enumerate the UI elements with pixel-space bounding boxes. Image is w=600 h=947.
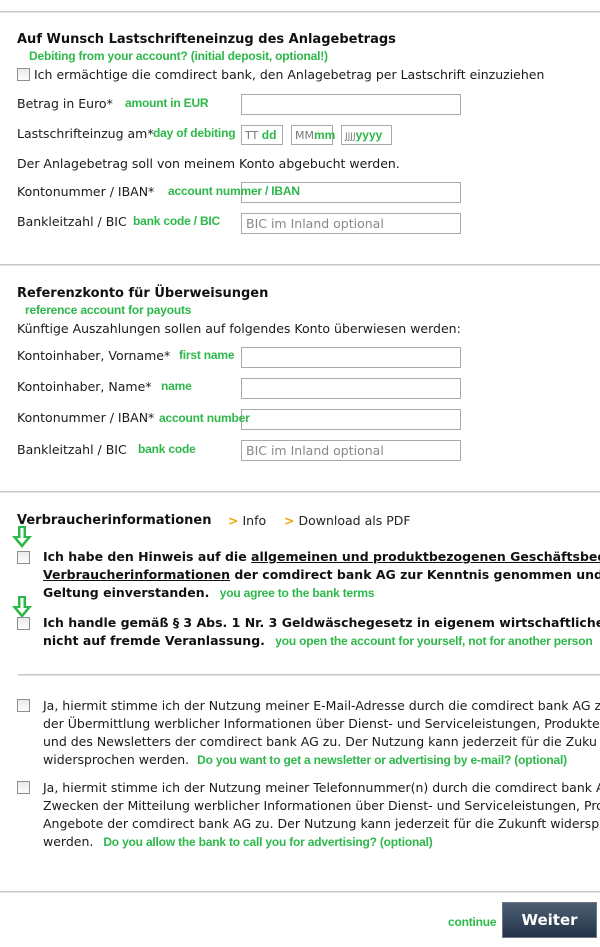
terms-line3: Geltung einverstanden. [43, 585, 210, 600]
divider-footer [0, 891, 600, 893]
reference-bic-note: bank code [138, 442, 196, 456]
download-pdf-link-label: Download als PDF [298, 513, 411, 528]
month-note: mm [313, 128, 336, 142]
amount-label: Betrag in Euro* [17, 96, 113, 111]
phone-consent-line: Zwecken der Mitteilung werblicher Inform… [43, 798, 600, 813]
email-consent-line: widersprochen werden. [43, 752, 190, 767]
terms-text: Ich habe den Hinweis auf die allgemeinen… [43, 548, 600, 602]
year-note: yyyy [355, 128, 383, 142]
divider-after-consumer [18, 674, 600, 676]
phone-consent-line: werden. [43, 834, 94, 849]
debit-year-input[interactable]: JJJJyyyy [341, 125, 392, 145]
terms-conditions-link[interactable]: allgemeinen und produktbezogenen Geschäf… [251, 549, 600, 564]
phone-consent-line: Angebote der comdirect bank AG zu. Der N… [43, 816, 600, 831]
email-consent-line: und des Newsletters der comdirect bank A… [43, 734, 597, 749]
green-down-arrow-icon [12, 596, 32, 618]
debit-month-input[interactable]: MMmm [291, 125, 336, 145]
consumer-section-title: Verbraucherinformationen [17, 513, 212, 528]
reference-iban-label: Kontonummer / IBAN* [17, 410, 155, 425]
last-name-note: name [161, 379, 192, 393]
aml-checkbox[interactable] [17, 617, 30, 630]
info-link[interactable]: > Info [228, 513, 266, 528]
reference-section-note: reference account for payouts [25, 303, 192, 317]
divider-after-reference [0, 491, 600, 493]
first-name-input[interactable] [241, 347, 461, 368]
authorize-debit-label: Ich ermächtige die comdirect bank, den A… [34, 67, 545, 82]
reference-info-text: Künftige Auszahlungen sollen auf folgend… [17, 321, 461, 336]
reference-section-title: Referenzkonto für Überweisungen [17, 286, 269, 301]
reference-bic-input[interactable] [241, 440, 461, 461]
divider-after-debit [0, 264, 600, 266]
email-consent-line: der Übermittlung werblicher Informatione… [43, 716, 600, 731]
debit-section-note: Debiting from your account? (initial dep… [29, 49, 328, 63]
email-consent-line: Ja, hiermit stimme ich der Nutzung meine… [43, 698, 600, 713]
debit-iban-label: Kontonummer / IBAN* [17, 184, 155, 199]
consumer-info-link[interactable]: Verbraucherinformationen [43, 567, 230, 582]
debit-bic-input[interactable] [241, 213, 461, 234]
email-consent-text: Ja, hiermit stimme ich der Nutzung meine… [43, 697, 600, 769]
reference-iban-note: account number [159, 411, 250, 425]
amount-note: amount in EUR [125, 96, 209, 110]
weiter-button[interactable]: Weiter [502, 902, 597, 938]
last-name-input[interactable] [241, 378, 461, 399]
debit-date-note: day of debiting [153, 126, 236, 140]
phone-consent-text: Ja, hiermit stimme ich der Nutzung meine… [43, 779, 600, 851]
aml-text: Ich handle gemäß § 3 Abs. 1 Nr. 3 Geldwä… [43, 614, 600, 650]
debit-date-label: Lastschrifteinzug am* [17, 126, 154, 141]
phone-consent-note: Do you allow the bank to call you for ad… [103, 835, 433, 849]
green-down-arrow-icon [12, 526, 32, 548]
month-placeholder: MM [295, 129, 314, 142]
chevron-right-icon: > [284, 513, 295, 528]
year-placeholder: JJJJ [345, 132, 356, 142]
email-consent-checkbox[interactable] [17, 699, 30, 712]
debit-info-text: Der Anlagebetrag soll von meinem Konto a… [17, 156, 400, 171]
aml-line2: nicht auf fremde Veranlassung. [43, 633, 265, 648]
day-placeholder: TT [245, 129, 259, 142]
terms-checkbox[interactable] [17, 551, 30, 564]
last-name-label: Kontoinhaber, Name* [17, 379, 152, 394]
phone-consent-checkbox[interactable] [17, 781, 30, 794]
debit-section-title: Auf Wunsch Lastschrifteneinzug des Anlag… [17, 32, 396, 47]
authorize-debit-checkbox[interactable] [17, 68, 30, 81]
divider-top [0, 11, 600, 13]
day-note: dd [261, 128, 277, 142]
download-pdf-link[interactable]: > Download als PDF [284, 513, 411, 528]
aml-line1: Ich handle gemäß § 3 Abs. 1 Nr. 3 Geldwä… [43, 615, 600, 630]
first-name-label: Kontoinhaber, Vorname* [17, 348, 171, 363]
amount-input[interactable] [241, 94, 461, 115]
reference-bic-label: Bankleitzahl / BIC [17, 442, 127, 457]
terms-note: you agree to the bank terms [219, 586, 375, 600]
continue-note: continue [448, 915, 497, 929]
aml-note: you open the account for yourself, not f… [275, 634, 593, 648]
chevron-right-icon: > [228, 513, 239, 528]
phone-consent-line: Ja, hiermit stimme ich der Nutzung meine… [43, 780, 600, 795]
reference-iban-input[interactable] [241, 409, 461, 430]
email-consent-note: Do you want to get a newsletter or adver… [197, 753, 567, 767]
info-link-label: Info [242, 513, 267, 528]
debit-day-input[interactable]: TT dd [241, 125, 283, 145]
first-name-note: first name [179, 348, 235, 362]
debit-bic-note: bank code / BIC [133, 214, 221, 228]
terms-line2: der comdirect bank AG zur Kenntnis genom… [234, 567, 600, 582]
debit-iban-note: account nummer / IBAN [168, 184, 300, 198]
terms-prefix: Ich habe den Hinweis auf die [43, 549, 252, 564]
debit-bic-label: Bankleitzahl / BIC [17, 214, 127, 229]
